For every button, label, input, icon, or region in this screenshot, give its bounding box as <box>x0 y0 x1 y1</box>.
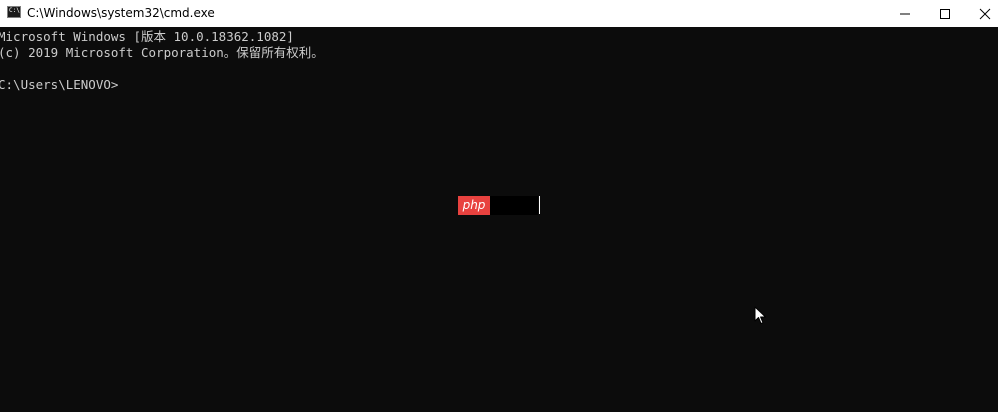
ime-composition-box <box>490 196 538 215</box>
console-line-version: Microsoft Windows [版本 10.0.18362.1082] <box>0 29 294 44</box>
mouse-pointer-icon <box>754 306 766 324</box>
php-watermark-logo: php <box>458 196 490 215</box>
close-button[interactable] <box>962 0 998 27</box>
console-output[interactable]: Microsoft Windows [版本 10.0.18362.1082] (… <box>0 27 998 412</box>
close-icon <box>979 8 991 19</box>
text-caret <box>539 196 540 214</box>
cmd-window: C:\ C:\Windows\system32\cmd.exe Microsof… <box>0 0 998 412</box>
console-prompt[interactable]: C:\Users\LENOVO> <box>0 77 118 93</box>
cmd-app-icon-glyph: C:\ <box>9 7 20 14</box>
console-line-copyright: (c) 2019 Microsoft Corporation。保留所有权利。 <box>0 45 324 60</box>
window-title: C:\Windows\system32\cmd.exe <box>27 6 215 20</box>
title-bar[interactable]: C:\ C:\Windows\system32\cmd.exe <box>0 0 998 27</box>
cmd-app-icon[interactable]: C:\ <box>7 6 21 18</box>
maximize-icon <box>940 8 950 19</box>
minimize-icon <box>900 13 910 14</box>
